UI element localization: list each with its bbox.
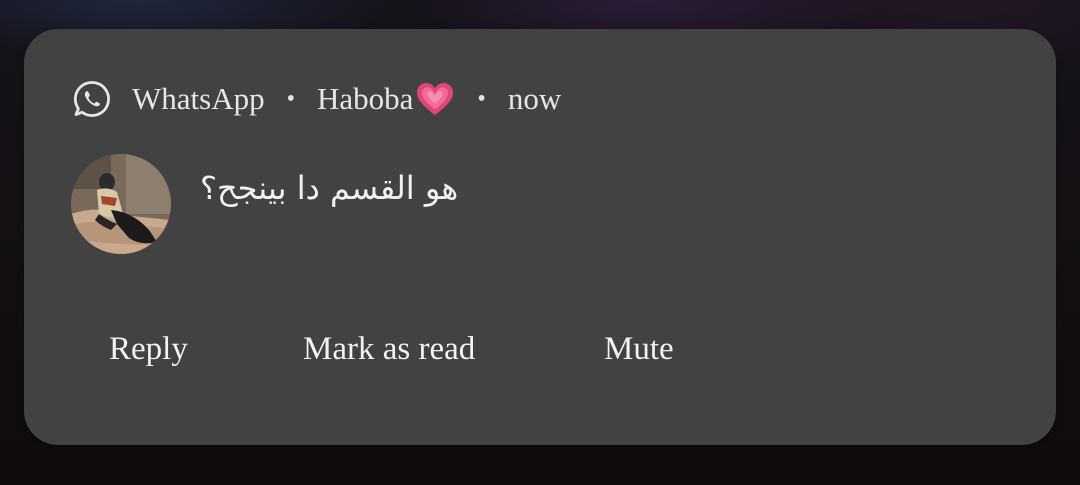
heart-emoji-icon <box>415 81 455 117</box>
app-name: WhatsApp <box>132 81 265 116</box>
notification-header: WhatsApp • Haboba • now <box>72 79 561 119</box>
mute-button[interactable]: Mute <box>604 331 674 368</box>
header-separator: • <box>477 85 486 112</box>
sender-name: Haboba <box>317 81 414 116</box>
whatsapp-icon <box>72 79 112 119</box>
mark-as-read-button[interactable]: Mark as read <box>303 331 475 368</box>
contact-photo-icon <box>71 154 171 254</box>
message-text: هو القسم دا بينجح؟ <box>200 169 459 207</box>
notification-time: now <box>507 81 562 116</box>
notification-card[interactable]: WhatsApp • Haboba • now هو القسم دا بينج <box>24 29 1056 445</box>
avatar[interactable] <box>71 154 171 254</box>
header-separator: • <box>286 85 295 112</box>
reply-button[interactable]: Reply <box>109 331 188 368</box>
notification-actions: Reply Mark as read Mute <box>24 331 1056 375</box>
